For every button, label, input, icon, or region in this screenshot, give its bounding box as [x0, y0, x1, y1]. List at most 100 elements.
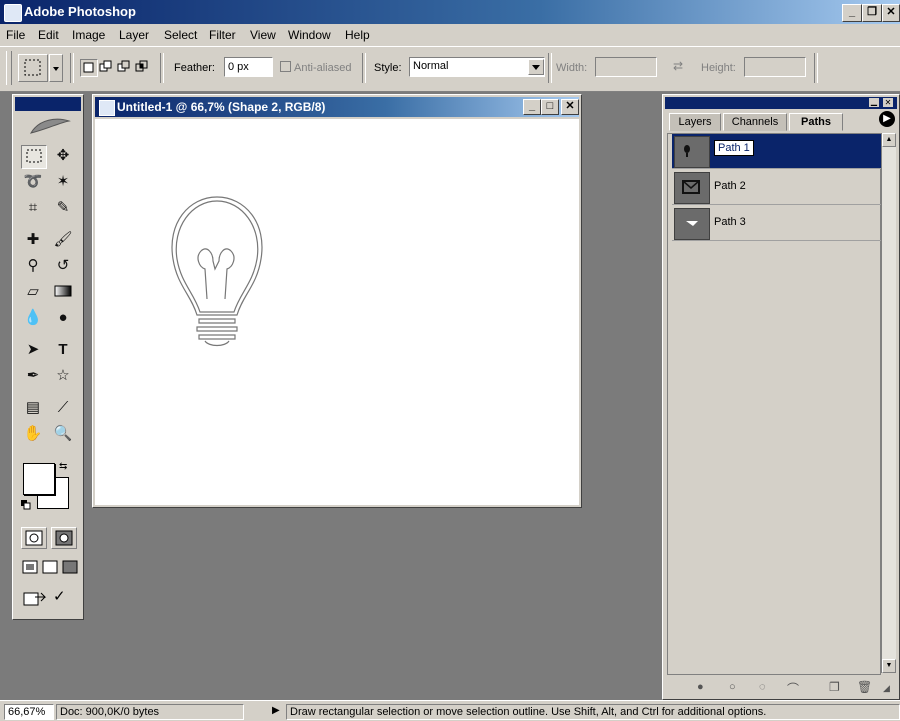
- path-selection-tool[interactable]: ➤: [21, 339, 45, 361]
- default-colors-icon[interactable]: [21, 499, 31, 510]
- tab-channels[interactable]: Channels: [723, 113, 787, 131]
- doc-maximize-button[interactable]: □: [541, 99, 559, 115]
- status-menu-arrow-icon[interactable]: ▶: [272, 705, 280, 716]
- tool-preset-dropdown[interactable]: [49, 54, 63, 82]
- menu-view[interactable]: View: [250, 28, 276, 42]
- hand-tool[interactable]: ✋: [21, 423, 45, 445]
- tab-paths[interactable]: Paths: [789, 113, 843, 131]
- history-brush-tool[interactable]: ↺: [51, 255, 75, 277]
- healing-brush-tool[interactable]: ✚: [21, 229, 45, 251]
- menu-edit[interactable]: Edit: [38, 28, 59, 42]
- clone-stamp-tool[interactable]: ⚲: [21, 255, 45, 277]
- tool-preset-button[interactable]: [18, 54, 48, 82]
- fill-path-button[interactable]: ●: [697, 681, 704, 693]
- full-screen-mode-button[interactable]: [61, 559, 79, 575]
- stroke-path-button[interactable]: ○: [729, 681, 736, 693]
- blur-tool[interactable]: 💧: [21, 307, 45, 329]
- restore-button[interactable]: ❐: [862, 4, 882, 22]
- style-select[interactable]: Normal: [409, 57, 545, 77]
- brush-tool[interactable]: 🖌: [51, 229, 75, 251]
- menu-filter[interactable]: Filter: [209, 28, 236, 42]
- style-dropdown-button[interactable]: [528, 59, 544, 75]
- resize-grip-icon[interactable]: ◢: [883, 683, 890, 694]
- new-path-button[interactable]: ❐: [829, 680, 840, 694]
- close-button[interactable]: ✕: [882, 4, 900, 22]
- adobe-feather-logo[interactable]: [27, 115, 71, 137]
- foreground-color-swatch[interactable]: [23, 463, 55, 495]
- quick-mask-icon: [55, 530, 73, 546]
- crop-tool[interactable]: ⌗: [21, 197, 45, 219]
- gradient-tool[interactable]: [51, 281, 75, 303]
- height-input[interactable]: [744, 57, 806, 77]
- delete-path-icon[interactable]: 🗑: [857, 680, 872, 694]
- document-title-bar[interactable]: Untitled-1 @ 66,7% (Shape 2, RGB/8) _ □ …: [95, 97, 579, 117]
- notes-tool[interactable]: ▤: [21, 397, 45, 419]
- load-path-as-selection-button[interactable]: ◌: [759, 681, 766, 693]
- path-row-1[interactable]: Path 1: [672, 134, 884, 169]
- screen-mode-icon: [62, 560, 78, 574]
- add-selection-button[interactable]: [98, 59, 114, 75]
- eraser-tool[interactable]: ▱: [21, 281, 45, 303]
- quick-mask-button[interactable]: [51, 527, 77, 549]
- eyedropper-tool[interactable]: ⟋: [51, 397, 75, 419]
- menu-layer[interactable]: Layer: [119, 28, 149, 42]
- minimize-button[interactable]: _: [842, 4, 862, 22]
- intersect-selection-icon: [135, 60, 148, 72]
- jump-to-imageready-button[interactable]: [21, 587, 47, 609]
- tab-layers[interactable]: Layers: [669, 113, 721, 131]
- zoom-field[interactable]: 66,67%: [4, 704, 54, 720]
- rectangular-marquee-tool[interactable]: [21, 145, 47, 169]
- panel-close-button[interactable]: ✕: [883, 98, 893, 107]
- path-row-3[interactable]: Path 3: [672, 206, 884, 241]
- feather-input[interactable]: 0 px: [224, 57, 273, 77]
- dodge-tool[interactable]: ●: [51, 307, 75, 329]
- swap-dimensions-icon[interactable]: ⇄: [673, 59, 687, 73]
- menu-file[interactable]: File: [6, 28, 25, 42]
- doc-close-button[interactable]: ✕: [561, 99, 579, 115]
- subtract-selection-button[interactable]: [116, 59, 132, 75]
- menu-image[interactable]: Image: [72, 28, 105, 42]
- paths-scrollbar[interactable]: ▲ ▼: [881, 133, 896, 673]
- panel-minimize-button[interactable]: ▁: [869, 98, 879, 107]
- options-bar: Feather: 0 px Anti-aliased Style: Normal…: [0, 46, 900, 92]
- doc-size-info[interactable]: Doc: 900,0K/0 bytes: [56, 704, 244, 720]
- menu-select[interactable]: Select: [164, 28, 197, 42]
- full-screen-menu-mode-button[interactable]: [41, 559, 59, 575]
- screen-mode-icon: [22, 560, 38, 574]
- lasso-tool[interactable]: ➰: [21, 171, 45, 193]
- antialiased-checkbox[interactable]: [280, 61, 291, 72]
- width-input[interactable]: [595, 57, 657, 77]
- path-thumbnail: [674, 136, 710, 168]
- menu-window[interactable]: Window: [288, 28, 331, 42]
- path-row-2[interactable]: Path 2: [672, 170, 884, 205]
- path-name-input[interactable]: Path 1: [714, 140, 754, 156]
- doc-minimize-button[interactable]: _: [523, 99, 541, 115]
- magic-wand-tool[interactable]: ✶: [51, 171, 75, 193]
- panel-menu-button[interactable]: ▶: [879, 111, 895, 127]
- pen-tool[interactable]: ✒: [21, 365, 45, 387]
- style-select-value: Normal: [413, 60, 449, 72]
- move-tool[interactable]: ✥: [51, 145, 75, 167]
- brush-icon: 🖌: [53, 231, 73, 248]
- zoom-tool[interactable]: 🔍: [51, 423, 75, 445]
- eraser-icon: ▱: [27, 283, 39, 300]
- type-tool[interactable]: T: [51, 339, 75, 361]
- screen-mode-icon: [42, 560, 58, 574]
- standard-screen-mode-button[interactable]: [21, 559, 39, 575]
- menu-help[interactable]: Help: [345, 28, 370, 42]
- toolbox-title-bar[interactable]: [15, 97, 81, 111]
- checkmark-icon[interactable]: ✓: [53, 587, 77, 609]
- scroll-down-button[interactable]: ▼: [882, 659, 896, 673]
- intersect-selection-button[interactable]: [134, 59, 150, 75]
- scroll-up-button[interactable]: ▲: [882, 133, 896, 147]
- path-name: Path 3: [714, 216, 746, 228]
- custom-shape-tool[interactable]: ☆: [51, 365, 75, 387]
- document-canvas[interactable]: [95, 119, 579, 505]
- make-work-path-button[interactable]: ⌒: [787, 680, 799, 697]
- slice-tool[interactable]: ✎: [51, 197, 75, 219]
- standard-mode-button[interactable]: [21, 527, 47, 549]
- new-selection-button[interactable]: [80, 59, 98, 77]
- width-label: Width:: [556, 62, 588, 74]
- panel-title-bar[interactable]: ▁ ✕: [665, 97, 897, 109]
- swap-colors-icon[interactable]: ⇆: [59, 461, 67, 472]
